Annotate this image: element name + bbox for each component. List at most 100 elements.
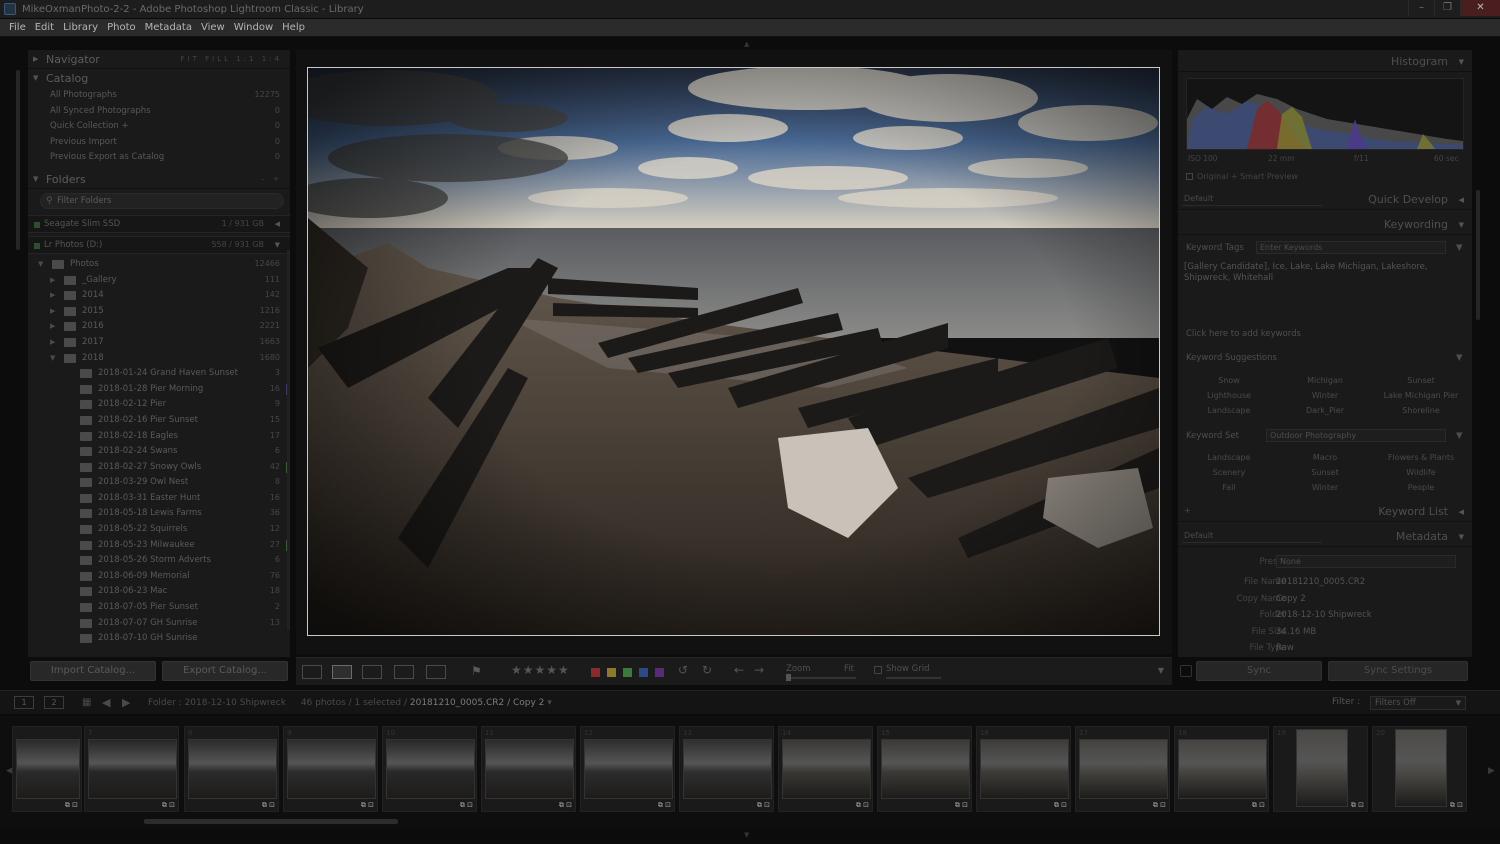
keyword-suggestion[interactable]: Snow (1184, 376, 1274, 385)
original-smart-preview[interactable]: Original + Smart Preview (1186, 172, 1298, 181)
volume-row-seagate[interactable]: Seagate Slim SSD 1 / 931 GB ◀ (28, 214, 290, 233)
filmstrip-thumbnail[interactable]: 15 ⧉ ⊡ (877, 726, 972, 812)
previous-photo-icon[interactable]: ← (734, 663, 744, 677)
sync-button[interactable]: Sync (1196, 661, 1322, 681)
export-catalog-button[interactable]: Export Catalog... (162, 661, 288, 681)
filter-select[interactable]: Filters Off ▼ (1370, 696, 1466, 710)
menu-library[interactable]: Library (60, 19, 104, 36)
bottom-panel-toggle-icon[interactable]: ▼ (744, 831, 749, 839)
keyword-suggestion[interactable]: Lighthouse (1184, 391, 1274, 400)
color-label-purple[interactable] (655, 668, 664, 677)
toolbar-menu-chevron-icon[interactable]: ▼ (1158, 666, 1164, 675)
keyword-set-item[interactable]: Winter (1280, 483, 1370, 492)
filmstrip-thumbnail[interactable]: 18 ⧉ ⊡ (1174, 726, 1269, 812)
metadata-value[interactable]: 20181210_0005.CR2 (1276, 577, 1365, 587)
filmstrip-thumbnail[interactable]: 10 ⧉ ⊡ (382, 726, 477, 812)
catalog-item[interactable]: All Synced Photographs 0 (28, 104, 290, 120)
keyword-suggestion[interactable]: Shoreline (1376, 406, 1466, 415)
suggestions-triangle-icon[interactable]: ▼ (1456, 353, 1463, 363)
main-window-button[interactable]: 1 (14, 696, 34, 709)
menu-help[interactable]: Help (279, 19, 311, 36)
menu-file[interactable]: File (6, 19, 32, 36)
filmstrip-thumbnail[interactable]: 11 ⧉ ⊡ (481, 726, 576, 812)
rotate-right-icon[interactable]: ↻ (702, 663, 712, 677)
keyword-set-item[interactable]: Landscape (1184, 453, 1274, 462)
folder-row[interactable]: 2018-07-10 GH Sunrise (28, 631, 290, 647)
filmstrip-thumbnail[interactable]: 13 ⧉ ⊡ (679, 726, 774, 812)
source-caret-icon[interactable]: ▾ (547, 698, 552, 708)
keyword-suggestion[interactable]: Landscape (1184, 406, 1274, 415)
keyword-set-item[interactable]: Scenery (1184, 468, 1274, 477)
folder-row[interactable]: ▶ 2015 1216 (28, 304, 290, 320)
catalog-item[interactable]: All Photographs 12275 (28, 88, 290, 104)
catalog-item[interactable]: Quick Collection + 0 (28, 119, 290, 135)
maximize-button[interactable]: ❐ (1434, 0, 1460, 16)
keyword-suggestion[interactable]: Lake Michigan Pier (1376, 391, 1466, 400)
filmstrip-source-path[interactable]: Folder : 2018-12-10 Shipwreck 46 photos … (148, 698, 552, 708)
folders-header[interactable]: ▼ Folders – + (28, 170, 290, 189)
folder-row[interactable]: 2018-02-12 Pier 9 (28, 397, 290, 413)
keyword-set-item[interactable]: Flowers & Plants (1376, 453, 1466, 462)
folder-row[interactable]: 2018-03-29 Owl Nest 8 (28, 475, 290, 491)
folder-row[interactable]: ▼ Photos 12466 (28, 257, 290, 273)
flag-icon[interactable]: ⚑ (471, 664, 482, 678)
secondary-window-button[interactable]: 2 (44, 696, 64, 709)
next-photo-icon[interactable]: → (754, 663, 764, 677)
keyword-set-item[interactable]: Macro (1280, 453, 1370, 462)
filmstrip-thumbnail[interactable]: 19 ⧉ ⊡ (1273, 726, 1368, 812)
filmstrip-thumbnail[interactable]: 7 ⧉ ⊡ (84, 726, 179, 812)
keyword-set-triangle-icon[interactable]: ▼ (1456, 431, 1463, 441)
close-button[interactable]: ✕ (1460, 0, 1500, 16)
keyword-tags-select[interactable]: Enter Keywords (1256, 241, 1446, 254)
folder-row[interactable]: 2018-05-22 Squirrels 12 (28, 522, 290, 538)
filter-folders-input[interactable]: ⚲ Filter Folders (40, 192, 284, 209)
color-label-blue[interactable] (639, 668, 648, 677)
star-rating[interactable]: ★★★★★ (511, 663, 570, 677)
folder-row[interactable]: ▶ 2014 142 (28, 288, 290, 304)
folder-row[interactable]: ▶ 2016 2221 (28, 319, 290, 335)
metadata-value[interactable]: Raw (1276, 643, 1294, 653)
zoom-slider-knob[interactable] (786, 674, 791, 681)
survey-view-button[interactable] (394, 665, 414, 679)
filmstrip-thumbnail[interactable]: 14 ⧉ ⊡ (778, 726, 873, 812)
grid-view-button[interactable] (302, 665, 322, 679)
keyword-set-select[interactable]: Outdoor Photography (1266, 429, 1446, 442)
right-panel-scrollbar[interactable] (1476, 190, 1480, 320)
zoom-slider[interactable] (786, 674, 856, 681)
folder-row[interactable]: 2018-07-07 GH Sunrise 13 (28, 616, 290, 632)
left-panel-scrollbar[interactable] (16, 70, 20, 250)
folder-triangle-icon[interactable]: ▶ (50, 307, 55, 315)
folder-row[interactable]: 2018-02-18 Eagles 17 (28, 429, 290, 445)
folder-triangle-icon[interactable]: ▼ (38, 260, 43, 268)
volume-row-lr-photos[interactable]: Lr Photos (D:) 558 / 931 GB ▼ (28, 235, 290, 254)
folder-triangle-icon[interactable]: ▶ (50, 338, 55, 346)
minimize-button[interactable]: – (1408, 0, 1434, 16)
filmstrip-thumbnail[interactable]: ⧉ ⊡ (12, 726, 82, 812)
keyword-set-item[interactable]: People (1376, 483, 1466, 492)
histogram-header[interactable]: Histogram ▼ (1178, 52, 1472, 72)
keyword-suggestion[interactable]: Sunset (1376, 376, 1466, 385)
filmstrip-thumbnail[interactable]: 16 ⧉ ⊡ (976, 726, 1071, 812)
folder-triangle-icon[interactable]: ▼ (50, 354, 55, 362)
folder-row[interactable]: 2018-02-16 Pier Sunset 15 (28, 413, 290, 429)
menu-edit[interactable]: Edit (32, 19, 60, 36)
metadata-header[interactable]: Default Metadata ▼ (1178, 527, 1472, 547)
folder-row[interactable]: 2018-07-05 Pier Sunset 2 (28, 600, 290, 616)
folder-row[interactable]: 2018-05-23 Milwaukee 27 (28, 538, 290, 554)
menu-view[interactable]: View (198, 19, 231, 36)
forward-arrow-icon[interactable]: ▶ (122, 696, 130, 709)
color-label-red[interactable] (591, 668, 600, 677)
keyword-set-item[interactable]: Sunset (1280, 468, 1370, 477)
smart-preview-checkbox[interactable] (1186, 173, 1193, 180)
folder-row[interactable]: 2018-05-26 Storm Adverts 6 (28, 553, 290, 569)
auto-sync-toggle[interactable] (1180, 665, 1192, 677)
catalog-header[interactable]: ▼ Catalog (28, 69, 290, 88)
compare-view-button[interactable] (362, 665, 382, 679)
import-catalog-button[interactable]: Import Catalog... (30, 661, 156, 681)
people-view-button[interactable] (426, 665, 446, 679)
loupe-view-button[interactable] (332, 665, 352, 679)
filmstrip-thumbnail[interactable]: 20 ⧉ ⊡ (1372, 726, 1467, 812)
filmstrip-thumbnail[interactable]: 12 ⧉ ⊡ (580, 726, 675, 812)
folder-row[interactable]: 2018-02-27 Snowy Owls 42 (28, 460, 290, 476)
color-label-yellow[interactable] (607, 668, 616, 677)
